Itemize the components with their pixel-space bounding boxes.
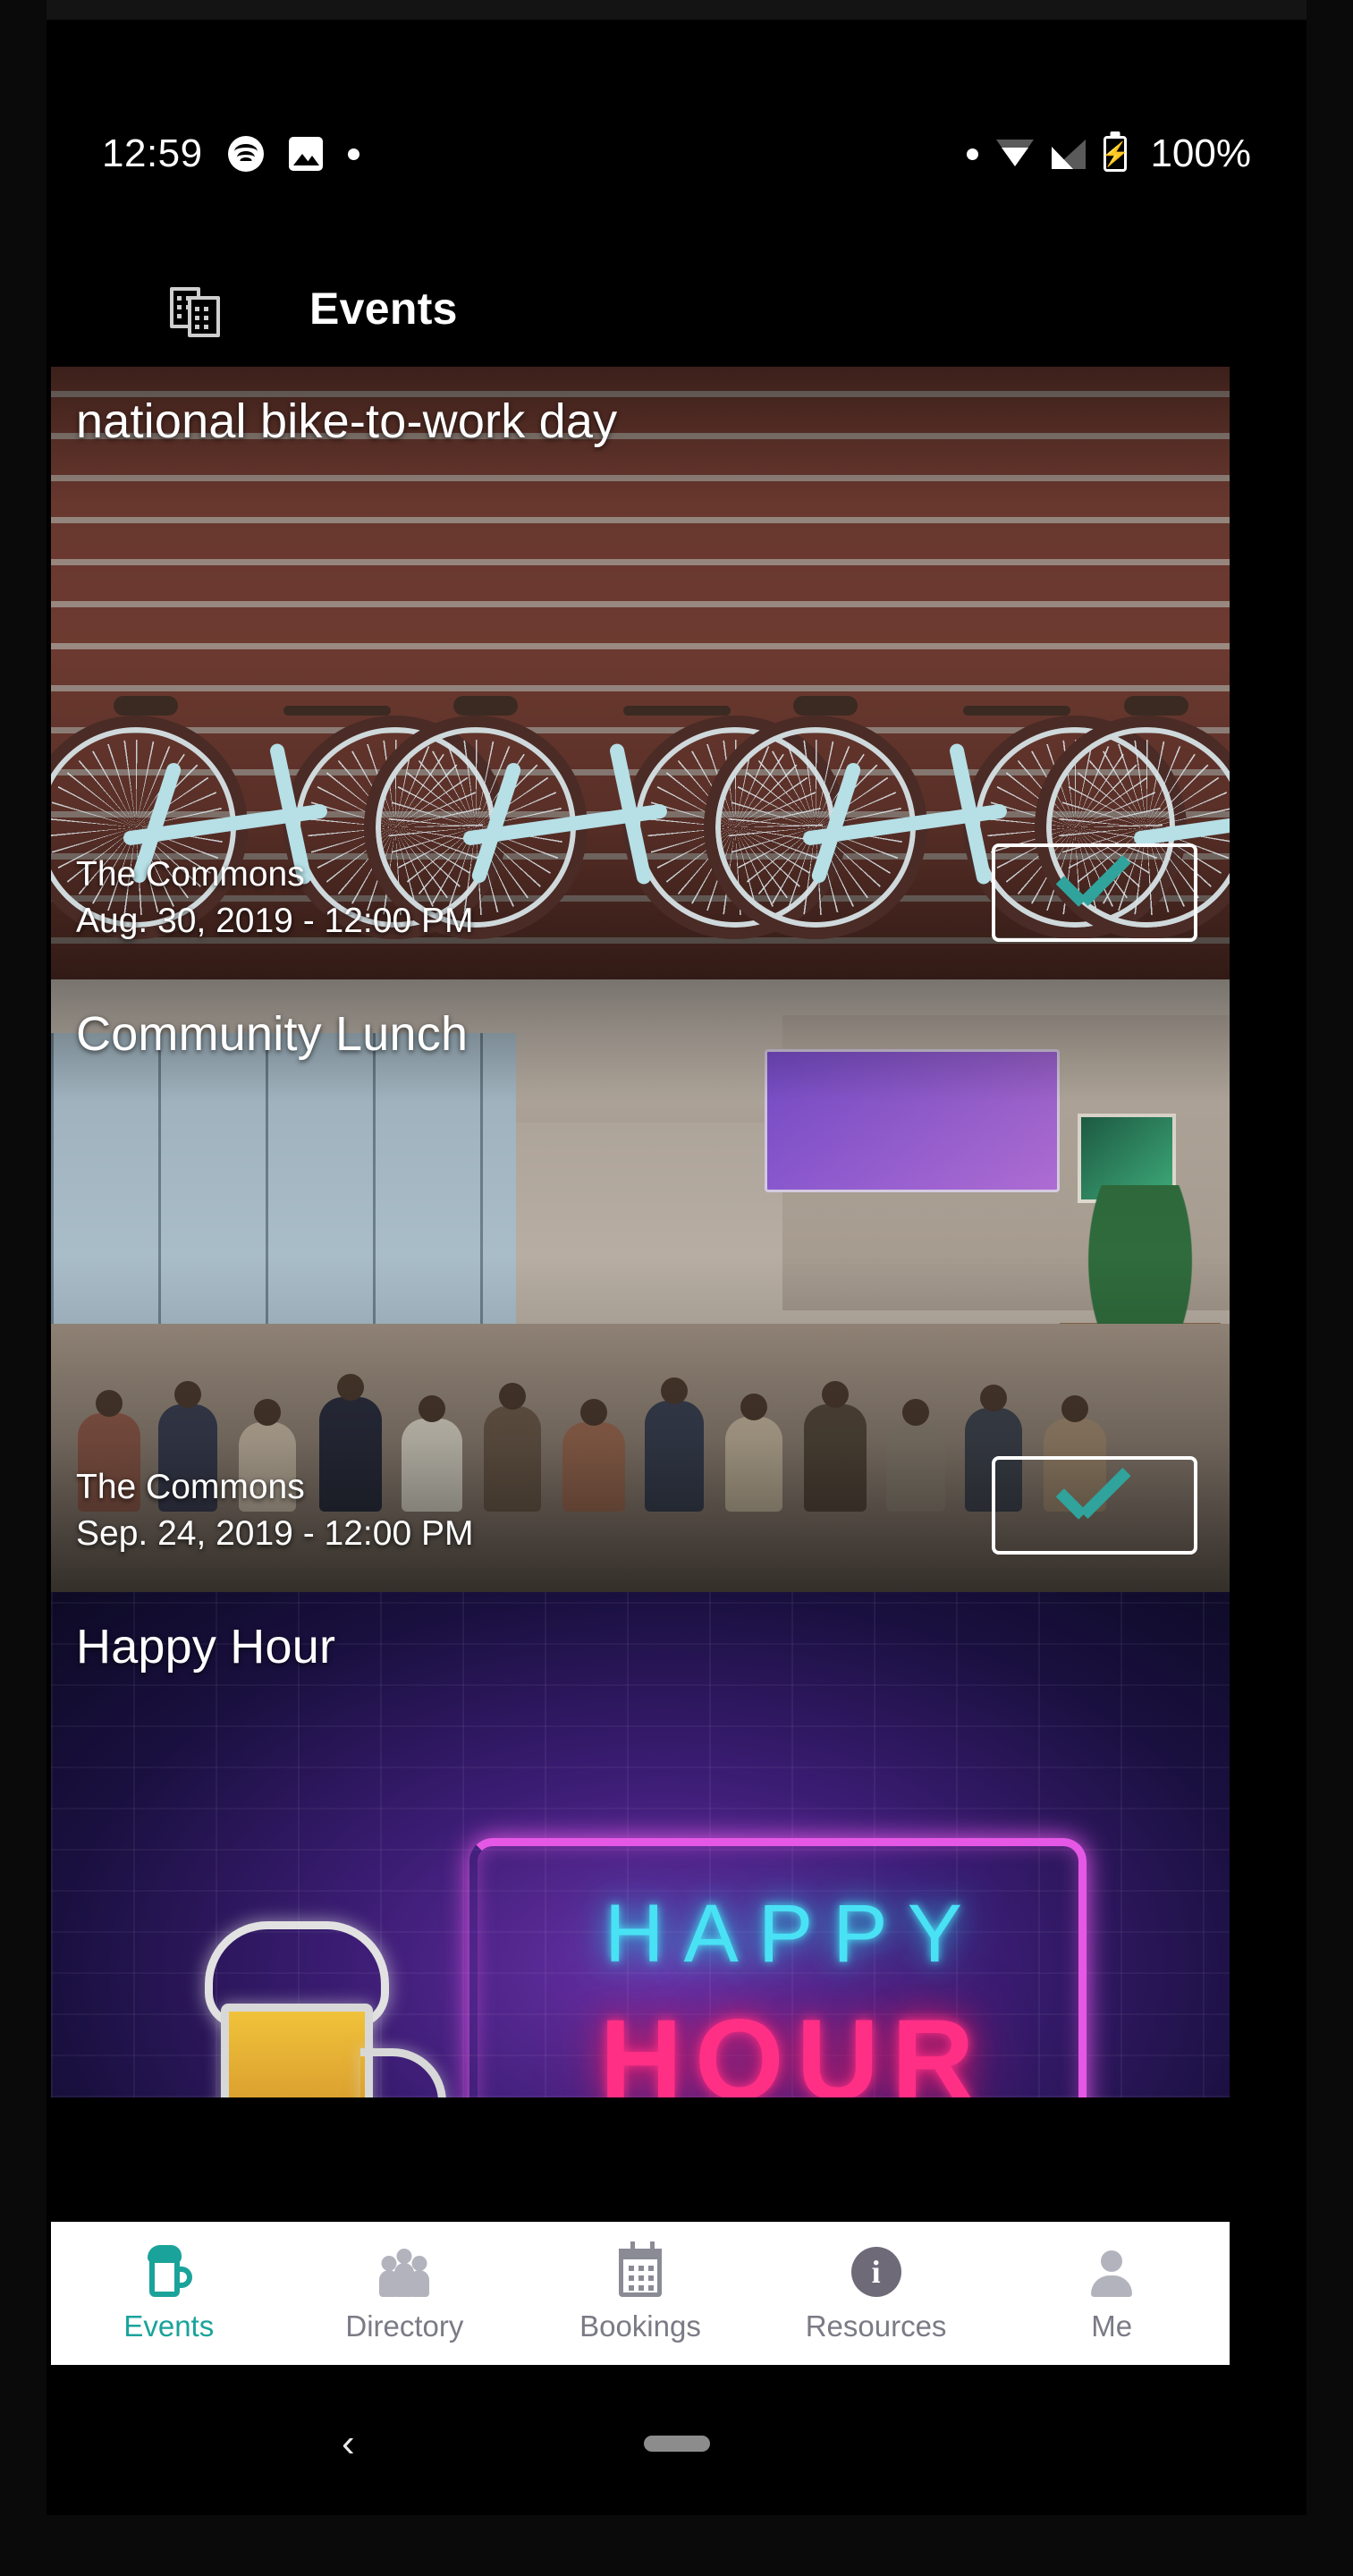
nav-item-me[interactable]: Me	[994, 2243, 1230, 2343]
status-bar-right: ⚡ 100%	[967, 131, 1251, 176]
status-bar: 12:59 ⚡ 100%	[47, 118, 1306, 190]
info-icon	[850, 2243, 901, 2297]
page-title: Events	[309, 284, 458, 334]
attend-toggle-button[interactable]	[992, 1456, 1197, 1555]
device-bezel-right	[1306, 0, 1353, 2576]
event-title: Happy Hour	[76, 1620, 336, 1674]
event-datetime: Aug. 30, 2019 - 12:00 PM	[76, 901, 474, 940]
person-icon	[1091, 2243, 1132, 2297]
calendar-icon	[618, 2241, 662, 2297]
event-datetime: Sep. 24, 2019 - 12:00 PM	[76, 1513, 474, 1553]
neon-beer-mug-icon	[185, 1896, 453, 2097]
check-icon	[1052, 1482, 1137, 1529]
status-bar-left: 12:59	[102, 131, 359, 176]
wifi-icon	[996, 140, 1035, 168]
cell-signal-icon	[1052, 139, 1087, 169]
device-bezel-top	[0, 0, 1353, 20]
back-icon[interactable]: ‹	[342, 2424, 355, 2463]
check-icon	[1052, 869, 1137, 916]
event-meta: The Commons Sep. 24, 2019 - 12:00 PM	[76, 1464, 473, 1556]
event-card[interactable]: HAPPY HOUR Happy Hour	[51, 1592, 1230, 2097]
battery-percent-label: 100%	[1150, 131, 1251, 175]
system-navigation-bar[interactable]: ‹	[47, 2372, 1306, 2515]
buildings-icon[interactable]	[170, 284, 220, 337]
events-list[interactable]: national bike-to-work day The Commons Au…	[51, 367, 1230, 2097]
phone-device: 12:59 ⚡ 100% Events national bike-to-wor…	[0, 0, 1353, 2576]
event-meta: The Commons Aug. 30, 2019 - 12:00 PM	[76, 852, 473, 944]
dot-icon	[967, 148, 979, 160]
dot-icon	[347, 148, 359, 160]
event-title: Community Lunch	[76, 1007, 469, 1061]
nav-label-me: Me	[1091, 2309, 1133, 2343]
bottom-navigation-bar[interactable]: Events Directory Bookings i Resources Me	[51, 2222, 1230, 2365]
nav-label-directory: Directory	[345, 2309, 464, 2343]
nav-item-resources[interactable]: Resources	[758, 2243, 994, 2343]
nav-label-resources: Resources	[805, 2309, 947, 2343]
image-icon	[288, 137, 323, 171]
beer-mug-icon	[146, 2243, 192, 2297]
status-clock: 12:59	[102, 131, 203, 175]
nav-item-directory[interactable]: Directory	[287, 2243, 523, 2343]
spotify-icon	[227, 136, 264, 172]
nav-item-events[interactable]: Events	[51, 2243, 287, 2343]
event-location: The Commons	[76, 855, 305, 894]
event-title: national bike-to-work day	[76, 394, 618, 448]
battery-charging-icon: ⚡	[1101, 136, 1130, 172]
app-bar: Events	[47, 250, 1306, 367]
event-card[interactable]: Community Lunch The Commons Sep. 24, 201…	[51, 979, 1230, 1592]
device-bezel-left	[0, 0, 47, 2576]
people-icon	[379, 2243, 430, 2297]
neon-text-hour: HOUR	[599, 1996, 987, 2097]
attend-toggle-button[interactable]	[992, 843, 1197, 942]
nav-label-events: Events	[123, 2309, 215, 2343]
nav-item-bookings[interactable]: Bookings	[522, 2241, 758, 2343]
phone-screen: 12:59 ⚡ 100% Events national bike-to-wor…	[47, 20, 1306, 2515]
nav-label-bookings: Bookings	[579, 2309, 701, 2343]
event-card[interactable]: national bike-to-work day The Commons Au…	[51, 367, 1230, 979]
neon-text-happy: HAPPY	[605, 1888, 982, 1979]
event-location: The Commons	[76, 1468, 305, 1507]
home-pill-icon[interactable]	[643, 2436, 710, 2452]
